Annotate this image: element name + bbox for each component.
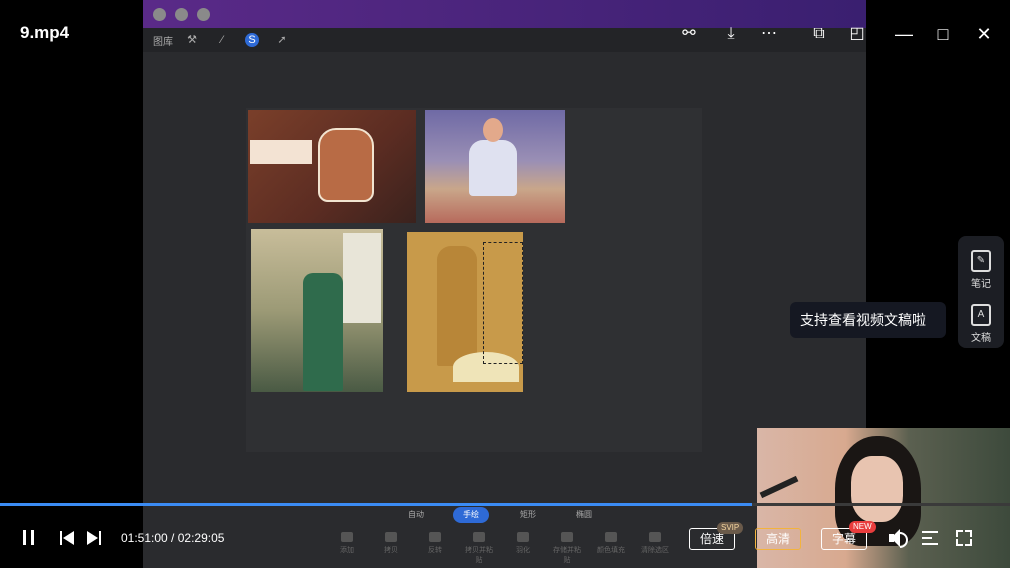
maximize-button[interactable]: □ — [931, 22, 955, 46]
video-gallery-label: 图库 — [153, 37, 173, 48]
current-time: 01:51:00 — [121, 531, 168, 545]
duration: 02:29:05 — [177, 531, 225, 545]
transcript-ai-icon: A — [971, 304, 991, 326]
artwork-image — [425, 110, 565, 223]
download-icon[interactable]: ⤓ — [718, 21, 744, 47]
progress-fill — [0, 503, 753, 506]
previous-button[interactable] — [58, 529, 76, 547]
transcript-button[interactable]: A 文稿 — [958, 294, 1004, 344]
tool-label: 拷贝并粘贴 — [465, 547, 493, 564]
notes-label: 笔记 — [971, 279, 991, 290]
tool-label: 颜色填充 — [597, 547, 625, 554]
close-button[interactable]: ✕ — [972, 22, 996, 46]
wrench-icon: ⚒ — [187, 34, 197, 46]
tool-label: 反转 — [428, 547, 442, 554]
mode-freehand: 手绘 — [453, 507, 489, 523]
selection-icon: S — [245, 33, 259, 47]
mode-rectangle: 矩形 — [520, 510, 536, 519]
video-tool-row: 添加 拷贝 反转 拷贝并粘贴 羽化 存储并粘贴 颜色填充 清除选区 — [333, 530, 673, 564]
minimize-button[interactable]: — — [892, 22, 916, 46]
playlist-icon — [922, 531, 938, 533]
previous-icon — [60, 531, 62, 545]
volume-button[interactable] — [888, 528, 910, 548]
mini-window-icon[interactable]: ◰ — [844, 21, 870, 47]
share-icon[interactable]: ⚯ — [676, 21, 702, 47]
svip-badge: SVIP — [717, 522, 744, 534]
arrow-icon: ➚ — [277, 34, 287, 46]
video-canvas — [246, 108, 702, 452]
artwork-image — [248, 110, 416, 223]
mode-ellipse: 椭圆 — [576, 510, 592, 519]
next-icon — [87, 531, 98, 545]
tool-label: 添加 — [340, 547, 354, 554]
video-window-dot — [153, 8, 166, 21]
fullscreen-button[interactable] — [956, 530, 972, 546]
mode-auto: 自动 — [408, 510, 424, 519]
progress-bar[interactable] — [0, 503, 1010, 506]
time-display: 01:51:00 / 02:29:05 — [121, 531, 225, 545]
pause-button[interactable] — [20, 529, 38, 547]
photo-image — [251, 229, 383, 392]
playlist-button[interactable] — [922, 530, 940, 546]
picture-in-picture-icon[interactable]: ⧉ — [806, 21, 832, 47]
transcript-tooltip: 支持查看视频文稿啦 — [790, 302, 946, 338]
artwork-image — [407, 232, 523, 392]
quality-button[interactable]: 高清 — [755, 528, 801, 550]
tool-label: 拷贝 — [384, 547, 398, 554]
notes-button[interactable]: ✎ 笔记 — [958, 240, 1004, 290]
video-window-dot — [175, 8, 188, 21]
minimize-icon: — — [895, 24, 913, 44]
new-badge: NEW — [849, 521, 876, 533]
video-selection-modes: 自动 手绘 矩形 椭圆 — [398, 507, 618, 523]
tool-label: 清除选区 — [641, 547, 669, 554]
magic-wand-icon: ⁄ — [221, 34, 223, 46]
side-panel: ✎ 笔记 A 文稿 — [958, 236, 1004, 348]
transcript-label: 文稿 — [971, 333, 991, 344]
close-icon: ✕ — [976, 24, 992, 44]
tool-label: 羽化 — [516, 547, 530, 554]
notes-icon: ✎ — [971, 250, 991, 272]
maximize-icon: □ — [937, 24, 949, 44]
fullscreen-icon — [956, 530, 963, 537]
tool-label: 存储并粘贴 — [553, 547, 581, 564]
more-icon[interactable]: ⋯ — [756, 21, 782, 47]
video-window-dot — [197, 8, 210, 21]
next-button[interactable] — [85, 529, 103, 547]
video-title: 9.mp4 — [20, 23, 70, 42]
